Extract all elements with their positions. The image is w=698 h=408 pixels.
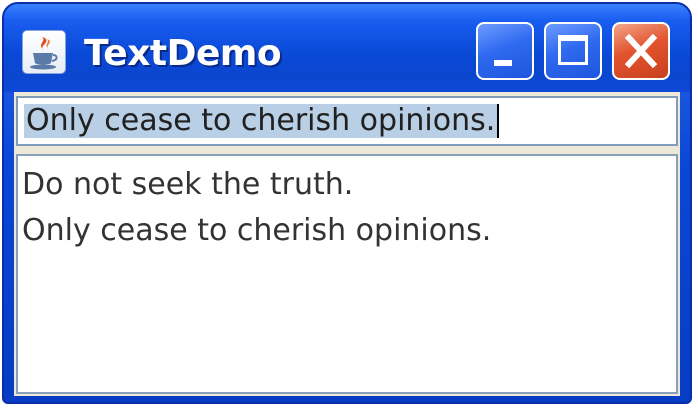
text-area-line: Only cease to cherish opinions. <box>22 213 492 248</box>
text-area-line: Do not seek the truth. <box>22 167 354 202</box>
content-pane: Only cease to cherish opinions. Do not s… <box>14 92 680 396</box>
text-field[interactable]: Only cease to cherish opinions. <box>16 96 678 146</box>
text-caret <box>497 104 500 138</box>
minimize-icon <box>494 60 512 66</box>
title-bar[interactable]: TextDemo <box>4 4 690 92</box>
java-coffee-cup-icon[interactable] <box>22 30 66 74</box>
text-field-selected-text: Only cease to cherish opinions. <box>24 103 498 138</box>
close-button[interactable] <box>612 22 670 80</box>
maximize-button[interactable] <box>544 22 602 80</box>
text-area[interactable]: Do not seek the truth. Only cease to che… <box>16 154 678 394</box>
window-title: TextDemo <box>84 33 282 74</box>
minimize-button[interactable] <box>476 22 534 80</box>
close-icon <box>624 33 658 69</box>
app-window: TextDemo Only cease to cherish opinions.… <box>2 2 692 404</box>
maximize-icon <box>558 35 588 65</box>
